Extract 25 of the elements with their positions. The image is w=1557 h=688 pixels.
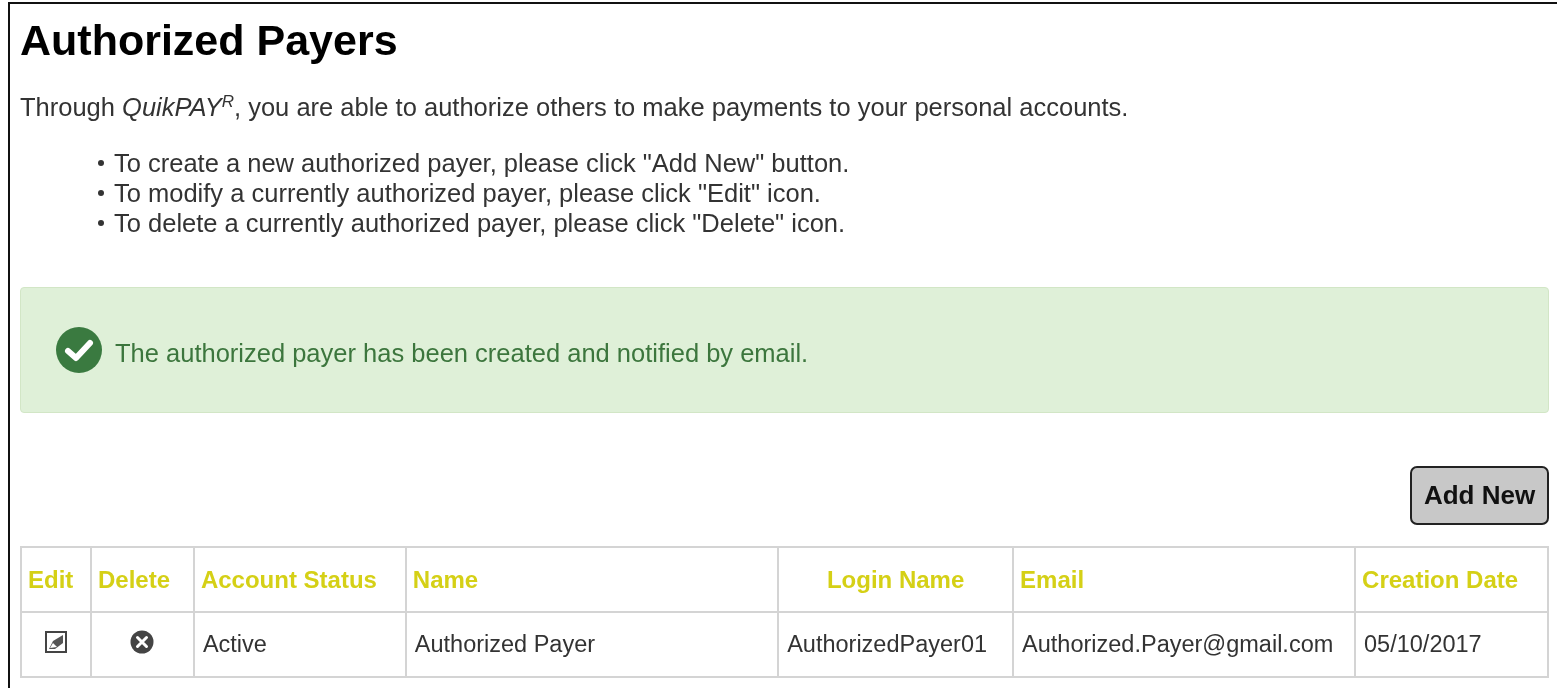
bullet-icon xyxy=(98,190,104,196)
delete-icon[interactable] xyxy=(130,629,155,654)
table-cell: AuthorizedPayer01 xyxy=(778,612,1014,677)
instruction-text: To create a new authorized payer, please click "Add New" button. xyxy=(114,148,850,178)
edit-icon[interactable] xyxy=(44,630,67,653)
column-header: Email xyxy=(1013,547,1356,612)
intro-text: Through QuikPAY$^{R}$, you are able to authorize others to make payments to your personal accounts. xyxy=(20,92,1129,122)
add-new-button[interactable]: Add New xyxy=(1410,466,1549,525)
table-cell: 05/10/2017 xyxy=(1355,612,1548,677)
instruction-text: To delete a currently authorized payer, please click "Delete" icon. xyxy=(114,208,846,238)
alert-message: The authorized payer has been created and notified by email. xyxy=(115,338,809,368)
column-header: Edit xyxy=(21,547,91,612)
bullet-icon xyxy=(98,220,104,226)
column-header: Creation Date xyxy=(1355,547,1548,612)
column-header: Login Name xyxy=(778,547,1014,612)
column-header: Account Status xyxy=(193,547,406,612)
table-cell: Authorized Payer xyxy=(405,612,779,677)
table-cell: Active xyxy=(193,612,406,677)
instruction-text: To modify a currently authorized payer, please click "Edit" icon. xyxy=(114,178,821,208)
bullet-icon xyxy=(98,160,104,166)
check-circle-icon xyxy=(55,326,103,374)
page-title: Authorized Payers xyxy=(20,15,398,65)
table-cell: Authorized.Payer@gmail.com xyxy=(1013,612,1356,677)
column-header: Name xyxy=(405,547,779,612)
column-header: Delete xyxy=(90,547,194,612)
